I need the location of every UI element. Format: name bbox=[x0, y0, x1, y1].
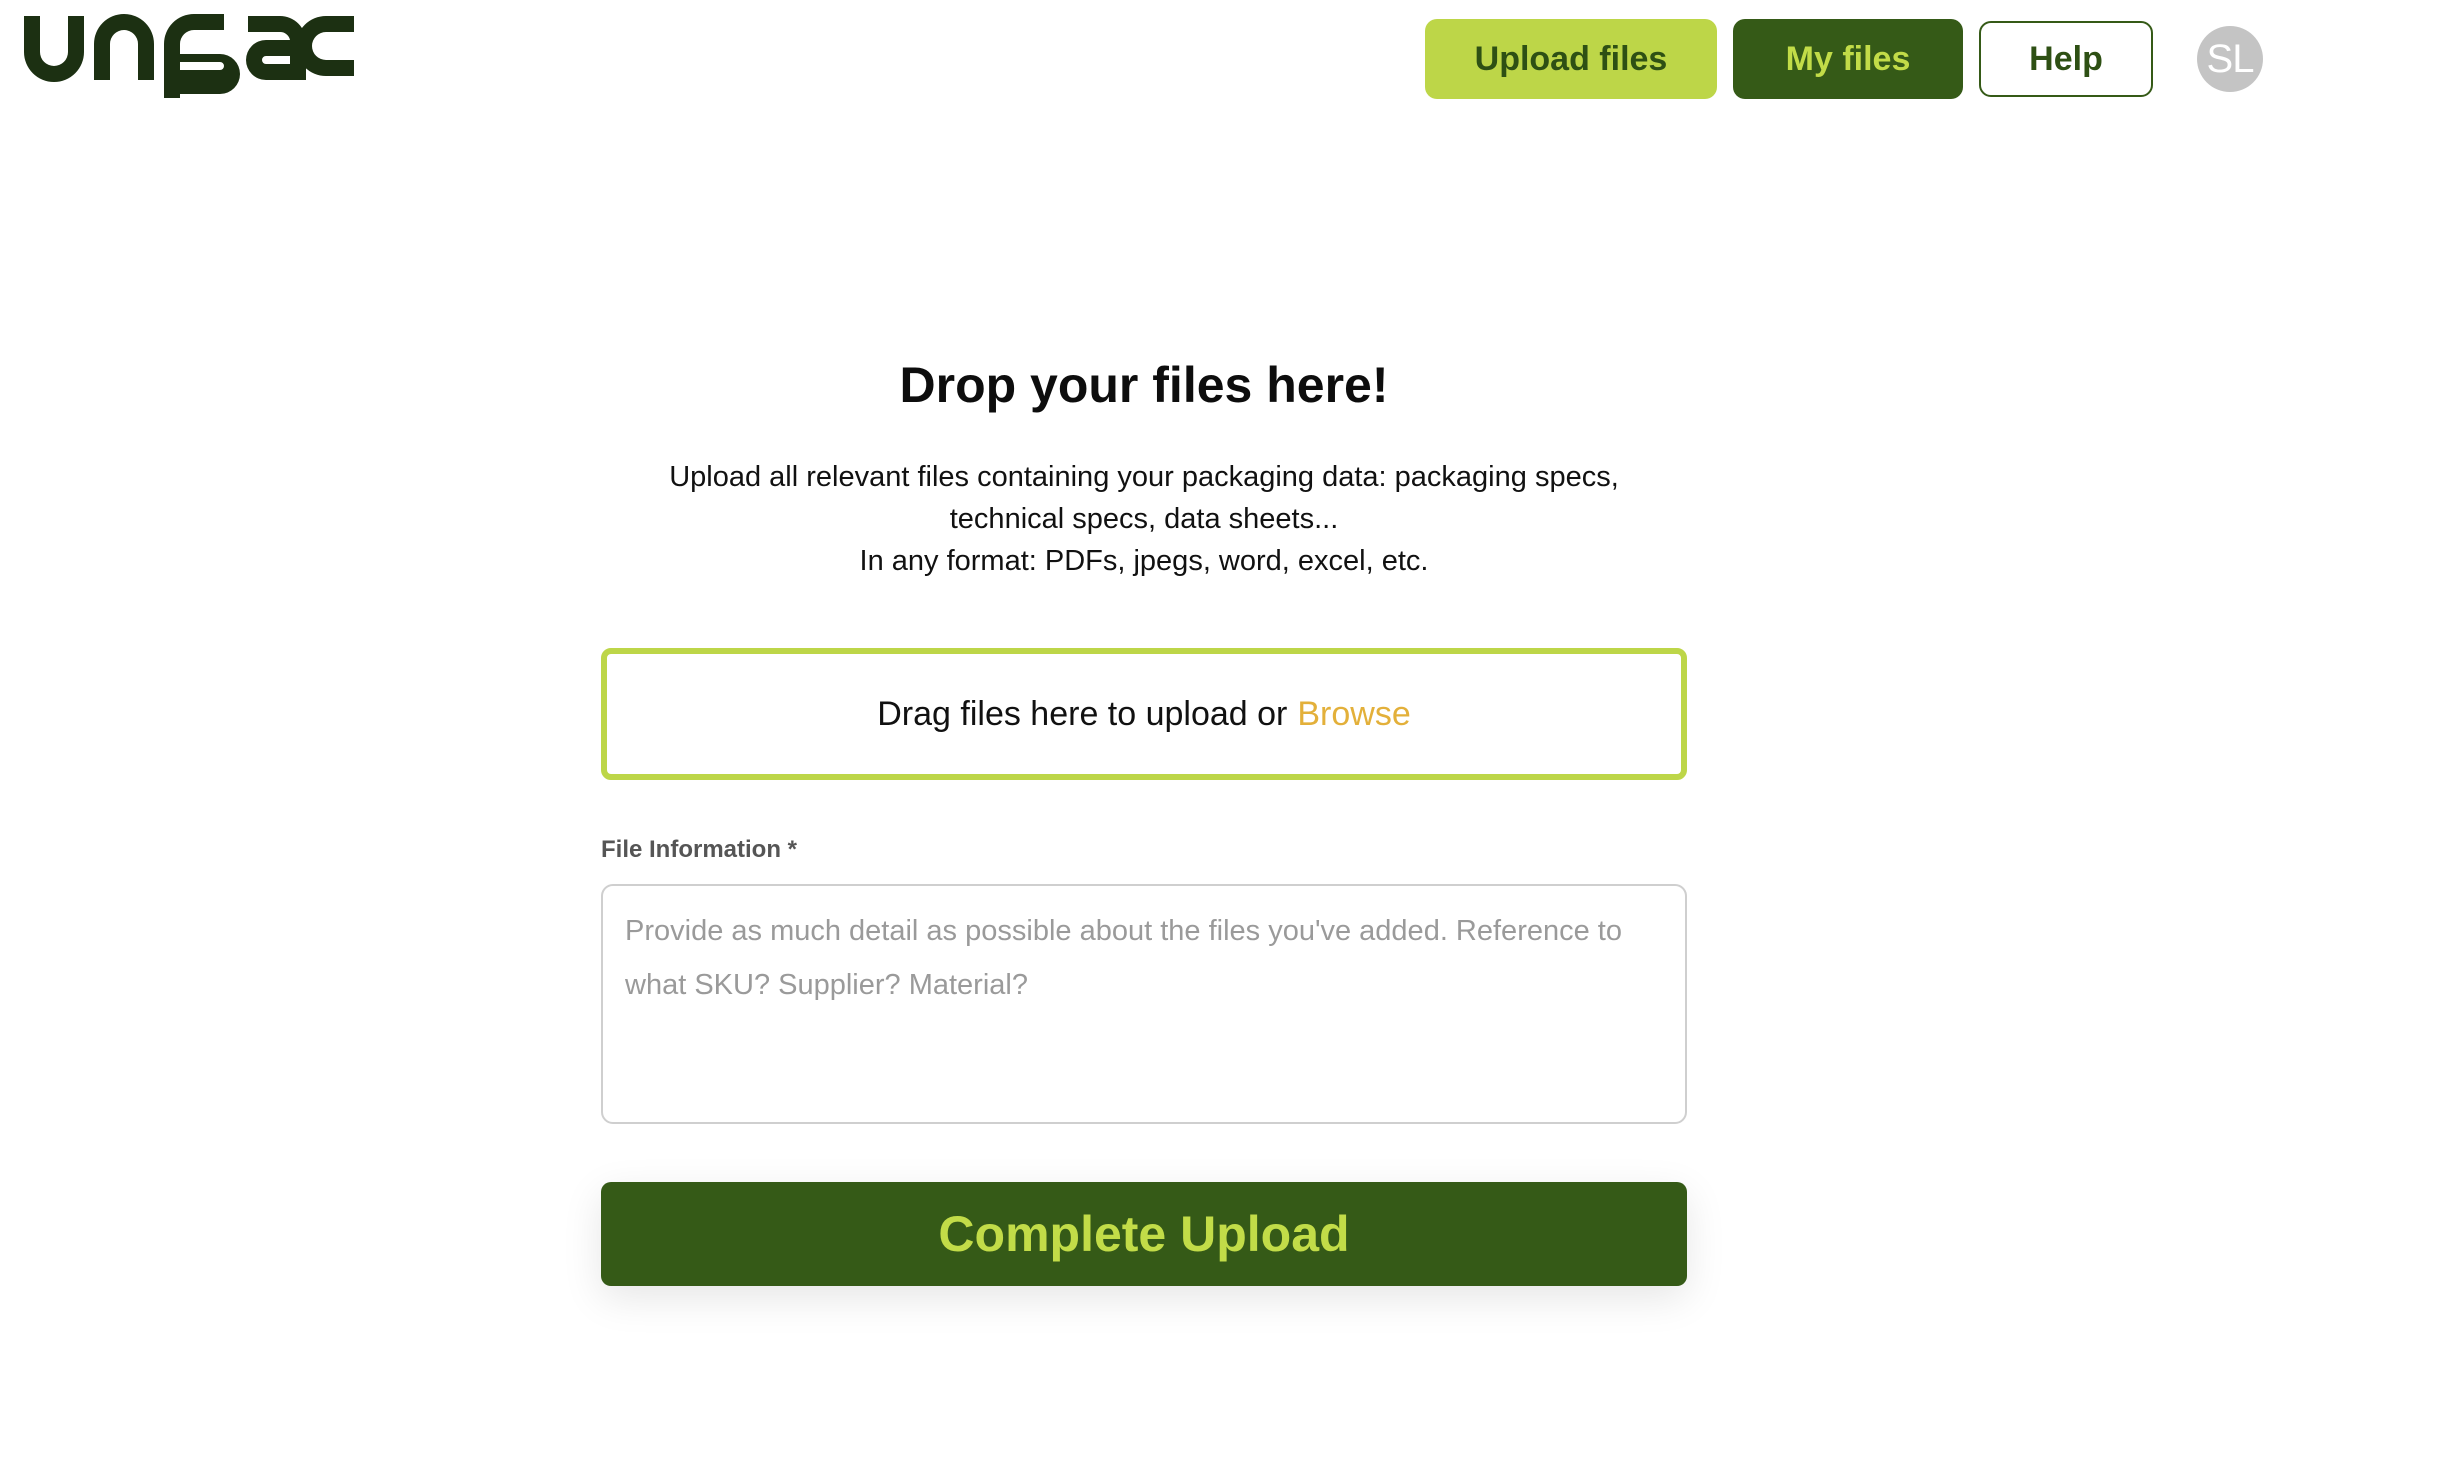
upload-files-button[interactable]: Upload files bbox=[1425, 19, 1717, 99]
unpac-logo[interactable] bbox=[24, 14, 354, 98]
complete-upload-button[interactable]: Complete Upload bbox=[601, 1182, 1687, 1286]
file-dropzone[interactable]: Drag files here to upload or Browse bbox=[601, 648, 1687, 780]
description-line: technical specs, data sheets... bbox=[949, 503, 1339, 535]
user-avatar[interactable]: SL bbox=[2197, 26, 2263, 92]
help-button[interactable]: Help bbox=[1979, 21, 2153, 97]
page-title: Drop your files here! bbox=[899, 357, 1389, 413]
browse-link[interactable]: Browse bbox=[1297, 695, 1410, 734]
dropzone-text: Drag files here to upload or bbox=[877, 694, 1288, 733]
file-information-field[interactable] bbox=[601, 884, 1687, 1124]
top-nav: Upload files My files Help bbox=[1425, 19, 2153, 99]
upload-description: Upload all relevant files containing you… bbox=[601, 456, 1687, 582]
page: Upload files My files Help SL Drop your … bbox=[0, 0, 2450, 1476]
description-line: In any format: PDFs, jpegs, word, excel,… bbox=[859, 545, 1429, 577]
my-files-button[interactable]: My files bbox=[1733, 19, 1963, 99]
upload-panel: Drop your files here! Upload all relevan… bbox=[601, 350, 1687, 1286]
file-information-label: File Information * bbox=[601, 836, 798, 863]
description-line: Upload all relevant files containing you… bbox=[669, 461, 1619, 493]
